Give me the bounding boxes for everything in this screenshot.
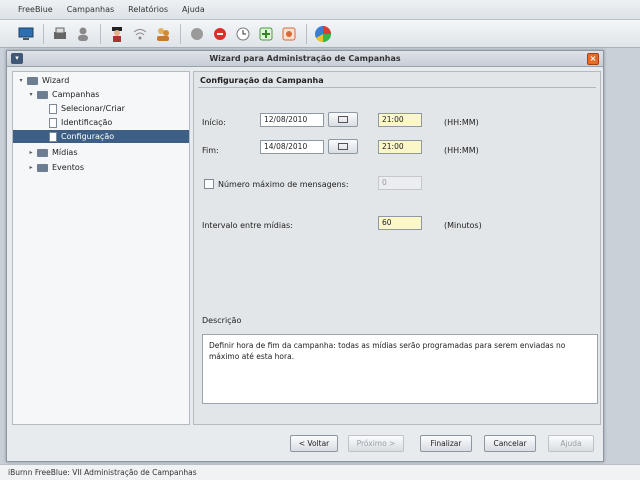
toolbar-separator xyxy=(306,23,307,44)
menu-bar: FreeBiue Campanhas Relatórios Ajuda xyxy=(0,0,640,20)
folder-icon xyxy=(37,163,48,172)
window-titlebar[interactable]: ▾ Wizard para Administração de Campanhas… xyxy=(7,51,603,67)
inicio-date-field[interactable]: 12/08/2010 xyxy=(260,113,324,127)
menu-relatorios[interactable]: Relatórios xyxy=(128,5,168,14)
monitor-icon[interactable] xyxy=(16,24,36,44)
expand-icon[interactable]: ▸ xyxy=(27,161,35,174)
intervalo-label: Intervalo entre mídias: xyxy=(202,221,293,230)
toolbar-separator xyxy=(100,23,101,44)
toolbar-separator xyxy=(180,23,181,44)
max-msgs-label: Número máximo de mensagens: xyxy=(218,180,349,189)
menu-freebiue[interactable]: FreeBiue xyxy=(18,5,53,14)
collapse-icon[interactable]: ▾ xyxy=(17,74,25,87)
tree-node-campanhas[interactable]: ▾ Campanhas xyxy=(27,88,99,101)
fim-date-field[interactable]: 14/08/2010 xyxy=(260,140,324,154)
calendar-icon xyxy=(338,116,348,123)
clock-icon[interactable] xyxy=(233,24,253,44)
config-panel: Configuração da Campanha Início: 12/08/2… xyxy=(193,71,601,425)
green-plus-icon[interactable] xyxy=(256,24,276,44)
ajuda-button[interactable]: Ajuda xyxy=(548,435,594,452)
max-msgs-checkbox[interactable] xyxy=(204,179,214,189)
window-menu-icon[interactable]: ▾ xyxy=(11,53,23,64)
window-title: Wizard para Administração de Campanhas xyxy=(209,54,401,63)
folder-icon xyxy=(27,76,38,85)
fim-calendar-button[interactable] xyxy=(328,139,358,154)
spy-icon[interactable] xyxy=(107,24,127,44)
wizard-tree: ▾ Wizard ▾ Campanhas Selecionar/Criar Id… xyxy=(12,71,190,425)
tree-node-configuracao[interactable]: Configuração xyxy=(13,130,189,143)
section-title: Configuração da Campanha xyxy=(198,74,596,88)
inicio-hhmm-hint: (HH:MM) xyxy=(444,118,479,127)
page-icon xyxy=(49,131,57,142)
close-icon[interactable]: × xyxy=(587,53,599,65)
cancelar-button[interactable]: Cancelar xyxy=(484,435,536,452)
toolbar xyxy=(0,20,640,48)
page-icon xyxy=(49,117,57,128)
page-icon xyxy=(49,103,57,114)
wizard-button-bar: < Voltar Próximo > Finalizar Cancelar Aj… xyxy=(12,431,602,457)
tree-node-eventos[interactable]: ▸ Eventos xyxy=(27,161,84,174)
menu-ajuda[interactable]: Ajuda xyxy=(182,5,205,14)
inicio-label: Início: xyxy=(202,118,226,127)
minutos-hint: (Minutos) xyxy=(444,221,482,230)
fim-hhmm-hint: (HH:MM) xyxy=(444,146,479,155)
tree-node-midias[interactable]: ▸ Mídias xyxy=(27,146,77,159)
fim-label: Fim: xyxy=(202,146,219,155)
gray-circle-icon[interactable] xyxy=(187,24,207,44)
user-group-icon[interactable] xyxy=(153,24,173,44)
status-bar: iBurnn FreeBlue: VII Administração de Ca… xyxy=(0,464,640,480)
folder-icon xyxy=(37,90,48,99)
user-gray-icon[interactable] xyxy=(73,24,93,44)
tree-node-selecionar[interactable]: Selecionar/Criar xyxy=(49,102,125,115)
inicio-time-field[interactable]: 21:00 xyxy=(378,113,422,127)
printer-icon[interactable] xyxy=(50,24,70,44)
expand-icon[interactable]: ▸ xyxy=(27,146,35,159)
tools-icon[interactable] xyxy=(279,24,299,44)
pie-chart-icon[interactable] xyxy=(313,24,333,44)
menu-campanhas[interactable]: Campanhas xyxy=(67,5,114,14)
max-msgs-field[interactable]: 0 xyxy=(378,176,422,190)
finalizar-button[interactable]: Finalizar xyxy=(420,435,472,452)
intervalo-field[interactable]: 60 xyxy=(378,216,422,230)
descricao-textarea[interactable]: Definir hora de fim da campanha: todas a… xyxy=(202,334,598,404)
wizard-window: ▾ Wizard para Administração de Campanhas… xyxy=(6,50,604,462)
voltar-button[interactable]: < Voltar xyxy=(290,435,338,452)
collapse-icon[interactable]: ▾ xyxy=(27,88,35,101)
descricao-label: Descrição xyxy=(202,316,242,325)
calendar-icon xyxy=(338,143,348,150)
folder-icon xyxy=(37,148,48,157)
fim-time-field[interactable]: 21:00 xyxy=(378,140,422,154)
inicio-calendar-button[interactable] xyxy=(328,112,358,127)
stop-icon[interactable] xyxy=(210,24,230,44)
tree-node-identificacao[interactable]: Identificação xyxy=(49,116,112,129)
tree-node-wizard[interactable]: ▾ Wizard xyxy=(17,74,69,87)
toolbar-separator xyxy=(43,23,44,44)
proximo-button[interactable]: Próximo > xyxy=(348,435,404,452)
wifi-icon[interactable] xyxy=(130,24,150,44)
